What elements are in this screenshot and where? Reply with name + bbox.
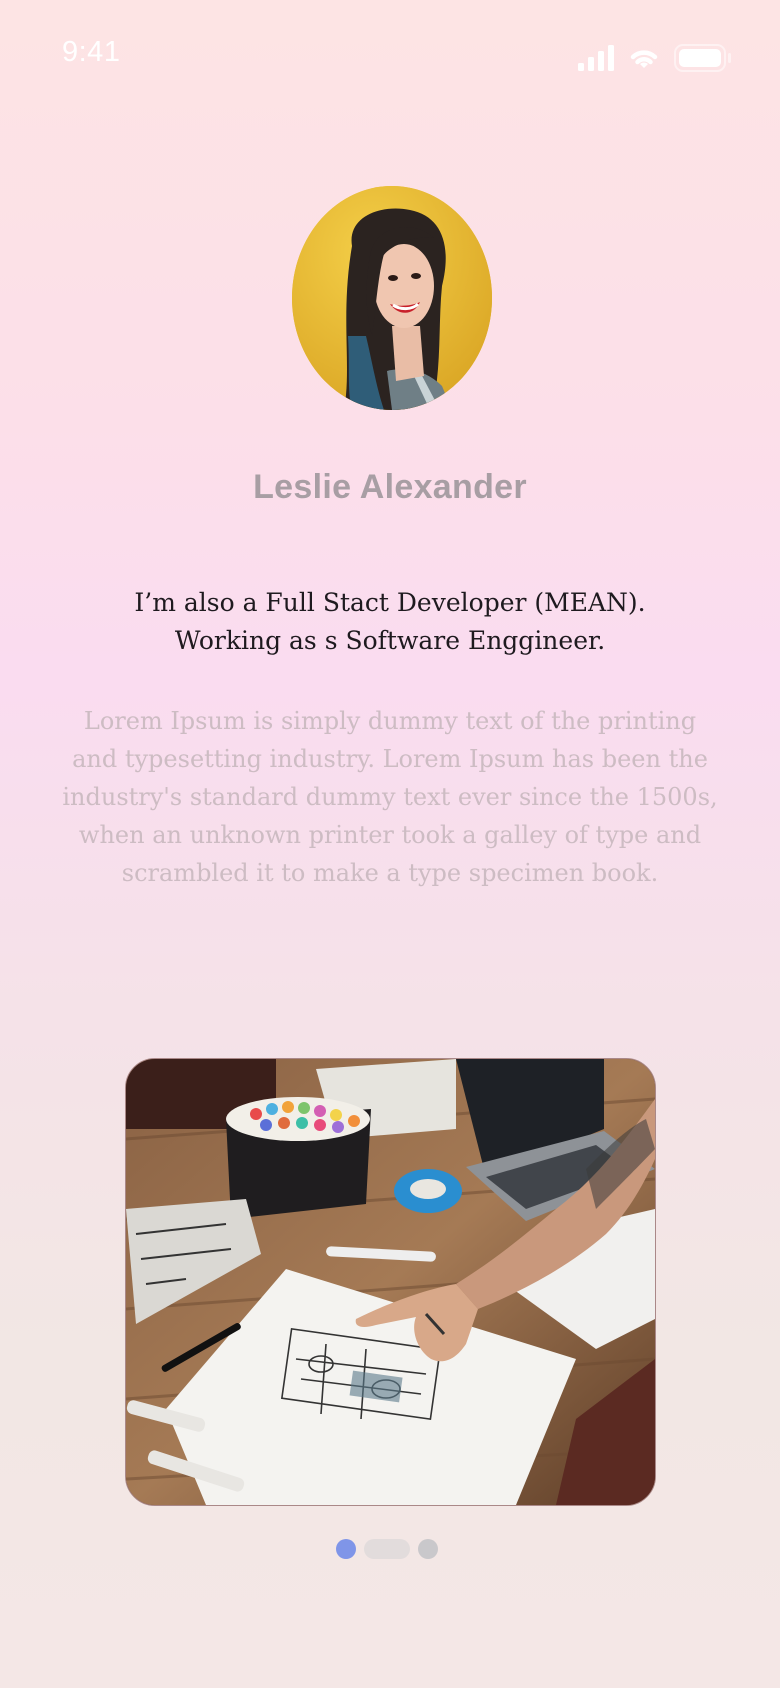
- status-icons: [578, 44, 732, 72]
- headline-line-1: I’m also a Full Stact Developer (MEAN).: [134, 588, 646, 617]
- profile-headline: I’m also a Full Stact Developer (MEAN). …: [0, 584, 780, 660]
- carousel-pagination: [336, 1539, 438, 1559]
- pagination-dot-active[interactable]: [336, 1539, 356, 1559]
- profile-avatar: [292, 186, 492, 410]
- profile-name: Leslie Alexander: [253, 468, 527, 506]
- pagination-dot[interactable]: [364, 1539, 410, 1559]
- status-time: 9:41: [62, 36, 121, 68]
- battery-icon: [674, 44, 732, 72]
- status-bar: 9:41: [0, 0, 780, 110]
- profile-photo-woman: [292, 186, 492, 410]
- profile-bio: Lorem Ipsum is simply dummy text of the …: [62, 707, 718, 887]
- cellular-signal-icon: [578, 45, 614, 71]
- wifi-icon: [628, 44, 660, 72]
- pagination-dot[interactable]: [418, 1539, 438, 1559]
- carousel-image-card[interactable]: [125, 1058, 656, 1506]
- headline-line-2: Working as s Software Enggineer.: [174, 626, 606, 655]
- workspace-sketch-photo: [126, 1059, 655, 1505]
